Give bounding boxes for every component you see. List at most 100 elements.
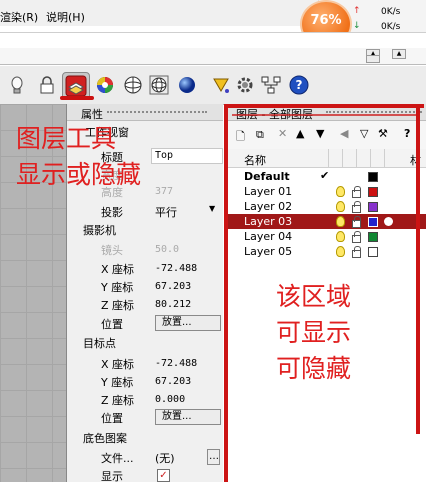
layer-color-swatch[interactable]: [368, 247, 378, 257]
section-target: 目标点: [83, 337, 116, 350]
lens-label: 镜头: [101, 244, 123, 257]
help-icon[interactable]: ?: [288, 74, 310, 96]
layer-row[interactable]: Layer 01: [228, 184, 426, 199]
help-icon[interactable]: ?: [404, 127, 410, 140]
layer-color-swatch[interactable]: [368, 217, 378, 227]
visibility-bulb-icon[interactable]: [336, 186, 345, 197]
layer-color-swatch[interactable]: [368, 232, 378, 242]
projection-label: 投影: [101, 206, 123, 219]
file-label: 文件...: [101, 452, 134, 465]
move-up-icon[interactable]: ▲: [296, 127, 304, 140]
layer-name: Default: [244, 170, 290, 183]
height-value: 377: [155, 186, 174, 197]
layer-name: Layer 02: [244, 200, 293, 213]
annotation-scribble: [232, 114, 420, 116]
current-check-icon: ✔: [320, 169, 330, 182]
lock-icon[interactable]: [36, 74, 58, 96]
annotation-toolbar-line2: 显示或隐藏: [16, 160, 142, 189]
tgt-z-label: Z 座标: [101, 394, 135, 407]
cam-y-label: Y 座标: [101, 281, 134, 294]
color-wheel-icon[interactable]: [94, 74, 116, 96]
title-grip: [107, 111, 207, 113]
annotation-border-right: [416, 104, 420, 434]
gear-icon[interactable]: [234, 74, 256, 96]
tgt-y-value[interactable]: 67.203: [155, 376, 191, 387]
annotation-border-left: [224, 104, 228, 482]
title-value: Top: [155, 150, 174, 161]
command-history: [0, 32, 426, 49]
layer-row[interactable]: Layer 02: [228, 199, 426, 214]
upload-arrow-icon: ↑: [353, 6, 361, 16]
lock-icon[interactable]: [352, 231, 361, 243]
annotation-toolbar-line1: 图层工具: [16, 124, 117, 153]
annotation-area-line3: 可隐藏: [276, 354, 352, 383]
lock-icon[interactable]: [352, 201, 361, 213]
layer-color-swatch[interactable]: [368, 202, 378, 212]
tgt-z-value[interactable]: 0.000: [155, 394, 185, 405]
layer-color-swatch[interactable]: [368, 172, 378, 182]
bulb-icon[interactable]: [6, 74, 28, 96]
layer-color-swatch[interactable]: [368, 187, 378, 197]
lock-icon[interactable]: [352, 186, 361, 198]
cam-z-value[interactable]: 80.212: [155, 299, 191, 310]
visibility-bulb-icon[interactable]: [336, 246, 345, 257]
download-speed: 0K/s: [381, 22, 401, 32]
properties-title-bar[interactable]: 属性: [67, 104, 223, 121]
cam-place-button[interactable]: 放置...: [155, 315, 221, 331]
layer-row[interactable]: Layer 05: [228, 244, 426, 259]
grid-sphere-icon[interactable]: [148, 74, 170, 96]
cam-x-value[interactable]: -72.488: [155, 263, 197, 274]
move-down-icon[interactable]: ▼: [316, 127, 324, 140]
lock-icon[interactable]: [352, 216, 361, 228]
layer-name: Layer 03: [244, 215, 293, 228]
tgt-x-value[interactable]: -72.488: [155, 358, 197, 369]
layers-toolbar: 🗋 ⧉ ✕ ▲ ▼ ◀ ▽ ⚒ ?: [228, 121, 426, 150]
menu-help[interactable]: 说明(H): [46, 9, 85, 25]
lock-icon[interactable]: [352, 246, 361, 258]
chevron-down-icon[interactable]: ▼: [209, 204, 215, 213]
new-layer-icon[interactable]: 🗋: [236, 128, 245, 147]
sphere-icon[interactable]: [122, 74, 144, 96]
download-arrow-icon: ↓: [353, 21, 361, 31]
material-icon[interactable]: [384, 217, 393, 226]
scroll-down-button[interactable]: [366, 55, 380, 63]
title-grip: [326, 111, 422, 113]
layers-header: 名称 材: [228, 149, 426, 168]
cam-z-label: Z 座标: [101, 299, 135, 312]
tgt-position-label: 位置: [101, 412, 123, 425]
layer-row[interactable]: Layer 04: [228, 229, 426, 244]
layer-row-default[interactable]: Default ✔: [228, 169, 426, 184]
layer-name: Layer 04: [244, 230, 293, 243]
visibility-bulb-icon[interactable]: [336, 231, 345, 242]
cam-position-label: 位置: [101, 318, 123, 331]
visibility-bulb-icon[interactable]: [336, 201, 345, 212]
blue-sphere-icon[interactable]: [176, 74, 198, 96]
file-value: (无): [155, 452, 175, 465]
visibility-bulb-icon[interactable]: [336, 216, 345, 227]
filter-icon[interactable]: ▽: [360, 127, 368, 140]
file-browse-button[interactable]: …: [207, 449, 220, 465]
move-left-icon[interactable]: ◀: [340, 127, 348, 140]
new-sublayer-icon[interactable]: ⧉: [256, 128, 264, 142]
menu-render[interactable]: 渲染(R): [0, 9, 38, 25]
show-checkbox[interactable]: ✓: [157, 469, 170, 482]
command-line[interactable]: ▲ ▲: [0, 48, 426, 65]
tgt-x-label: X 座标: [101, 358, 135, 371]
svg-text:?: ?: [296, 78, 303, 92]
cone-icon[interactable]: [210, 74, 232, 96]
cam-x-label: X 座标: [101, 263, 135, 276]
delete-icon[interactable]: ✕: [278, 127, 287, 140]
tools-icon[interactable]: ⚒: [378, 127, 388, 140]
section-background: 底色图案: [83, 432, 127, 445]
cam-y-value[interactable]: 67.203: [155, 281, 191, 292]
layer-name: Layer 05: [244, 245, 293, 258]
annotation-area-line2: 可显示: [276, 318, 352, 347]
red-underline-mark: [60, 96, 94, 100]
col-name: 名称: [244, 154, 266, 167]
projection-value[interactable]: 平行: [155, 204, 177, 220]
scroll-up-button-2[interactable]: ▲: [392, 49, 406, 59]
layer-row-selected[interactable]: Layer 03: [228, 214, 426, 229]
tgt-place-button[interactable]: 放置...: [155, 409, 221, 425]
annotation-area-line1: 该区域: [276, 282, 352, 311]
network-icon[interactable]: [260, 74, 282, 96]
